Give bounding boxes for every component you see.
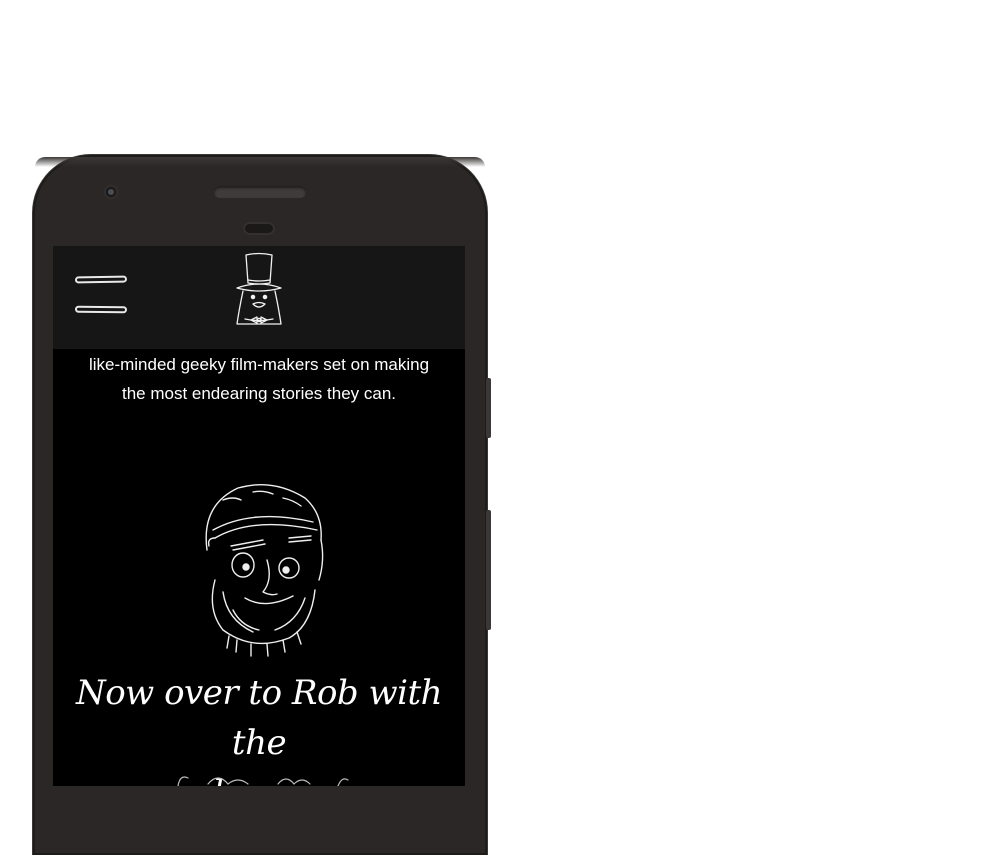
headline-line-1: Now over to Rob with the bbox=[75, 673, 443, 763]
volume-button bbox=[486, 510, 491, 630]
camera-lens bbox=[108, 189, 114, 195]
power-button bbox=[486, 378, 491, 438]
phone-screen: like-minded geeky film-makers set on mak… bbox=[53, 246, 465, 786]
menu-line-bottom bbox=[74, 305, 128, 314]
intro-text: like-minded geeky film-makers set on mak… bbox=[53, 350, 465, 408]
proximity-sensor bbox=[243, 222, 275, 235]
bearded-man-portrait-icon bbox=[205, 483, 324, 657]
intro-line-2: the most endearing stories they can. bbox=[121, 384, 397, 403]
phone-bezel-highlight bbox=[35, 157, 485, 167]
intro-line-1: like-minded geeky film-makers set on mak… bbox=[88, 355, 430, 374]
menu-line-top bbox=[74, 275, 128, 284]
handwritten-scribble-icon bbox=[177, 776, 349, 786]
hamburger-menu-icon[interactable] bbox=[73, 274, 131, 320]
top-hat-character-logo-icon[interactable] bbox=[229, 250, 289, 330]
earpiece-speaker bbox=[214, 186, 306, 198]
site-header bbox=[53, 246, 465, 349]
